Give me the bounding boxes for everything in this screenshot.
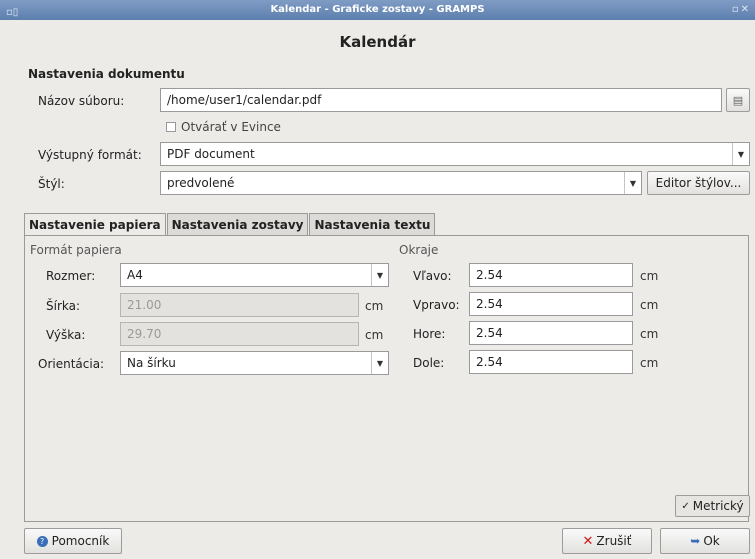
paper-size-select[interactable]: A4 ▼ <box>120 263 389 287</box>
check-icon: ✓ <box>681 500 690 512</box>
tab-text-settings[interactable]: Nastavenia textu <box>309 213 436 235</box>
ok-arrow-icon: ➥ <box>690 534 701 548</box>
open-in-evince-label: Otvárať v Evince <box>181 120 281 134</box>
document-section-title: Nastavenia dokumentu <box>28 67 185 81</box>
ok-button[interactable]: ➥ Ok <box>660 528 750 554</box>
cancel-button[interactable]: ✕ Zrušiť <box>562 528 652 554</box>
tab-paper-settings[interactable]: Nastavenie papiera <box>24 213 166 236</box>
chevron-down-icon: ▼ <box>371 264 388 286</box>
chevron-down-icon: ▼ <box>371 352 388 374</box>
output-format-select[interactable]: PDF document ▼ <box>160 142 750 166</box>
paper-width-input[interactable]: 21.00 <box>120 293 359 317</box>
chevron-down-icon: ▼ <box>624 172 641 194</box>
close-icon: ✕ <box>582 533 594 549</box>
margin-top-label: Hore: <box>413 327 446 341</box>
paper-height-input[interactable]: 29.70 <box>120 322 359 346</box>
paper-size-value: A4 <box>127 268 143 282</box>
margin-left-input[interactable]: 2.54 <box>469 263 633 287</box>
margins-title: Okraje <box>399 243 439 257</box>
dialog-heading: Kalendár <box>339 33 416 51</box>
open-in-evince-checkbox[interactable]: Otvárať v Evince <box>166 120 281 134</box>
style-value: predvolené <box>167 176 235 190</box>
help-icon: ? <box>36 535 48 547</box>
browse-file-button[interactable]: ▤ <box>726 88 750 112</box>
metric-toggle-button[interactable]: ✓ Metrický <box>675 495 750 517</box>
output-format-label: Výstupný formát: <box>38 148 142 162</box>
window-title: Kalendar - Graficke zostavy - GRAMPS <box>270 4 485 15</box>
window-menu-icon[interactable]: ▫▯ <box>6 3 18 23</box>
paper-width-label: Šírka: <box>46 299 81 313</box>
margin-bottom-unit: cm <box>640 356 659 370</box>
window-titlebar: ▫▯ Kalendar - Graficke zostavy - GRAMPS … <box>0 0 755 20</box>
style-select[interactable]: predvolené ▼ <box>160 171 642 195</box>
paper-width-unit: cm <box>365 299 384 313</box>
orientation-value: Na šírku <box>127 356 176 370</box>
tab-bar: Nastavenie papiera Nastavenia zostavy Na… <box>24 213 436 236</box>
output-format-value: PDF document <box>167 147 255 161</box>
paper-height-label: Výška: <box>46 328 86 342</box>
margin-top-input[interactable]: 2.54 <box>469 321 633 345</box>
margin-top-unit: cm <box>640 327 659 341</box>
orientation-select[interactable]: Na šírku ▼ <box>120 351 389 375</box>
help-button[interactable]: ? Pomocník <box>24 528 122 554</box>
tab-report-settings[interactable]: Nastavenia zostavy <box>166 213 309 235</box>
margin-left-label: Vľavo: <box>413 269 452 283</box>
margin-bottom-input[interactable]: 2.54 <box>469 350 633 374</box>
paper-format-title: Formát papiera <box>30 243 122 257</box>
margin-bottom-label: Dole: <box>413 356 445 370</box>
ok-label: Ok <box>703 534 720 548</box>
margin-right-unit: cm <box>640 298 659 312</box>
help-label: Pomocník <box>51 534 110 548</box>
style-editor-button[interactable]: Editor štýlov... <box>647 171 750 195</box>
paper-height-unit: cm <box>365 328 384 342</box>
paper-size-label: Rozmer: <box>46 269 96 283</box>
chevron-down-icon: ▼ <box>732 143 749 165</box>
margin-right-label: Vpravo: <box>413 298 460 312</box>
metric-label: Metrický <box>692 499 744 513</box>
style-label: Štýl: <box>38 177 65 191</box>
window-close-icon[interactable]: ▫✕ <box>732 0 751 20</box>
filename-input[interactable]: /home/user1/calendar.pdf <box>160 88 722 112</box>
folder-icon: ▤ <box>732 93 744 107</box>
checkbox-box <box>166 122 176 132</box>
margin-right-input[interactable]: 2.54 <box>469 292 633 316</box>
filename-label: Názov súboru: <box>38 94 125 108</box>
cancel-label: Zrušiť <box>596 534 632 548</box>
margin-left-unit: cm <box>640 269 659 283</box>
orientation-label: Orientácia: <box>38 357 105 371</box>
